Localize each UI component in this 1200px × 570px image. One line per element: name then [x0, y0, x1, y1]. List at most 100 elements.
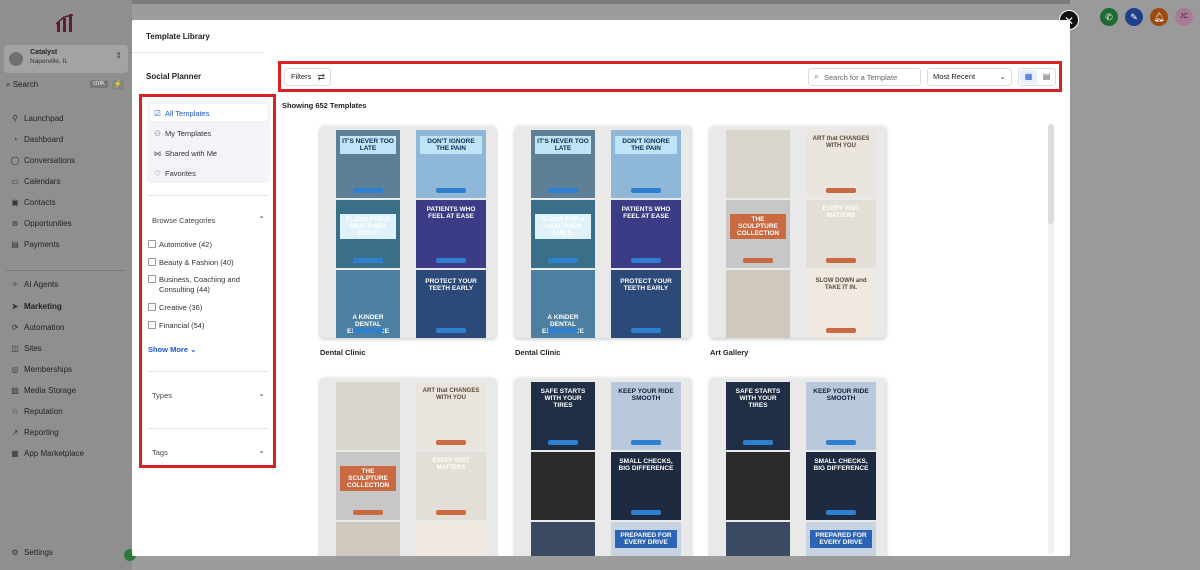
template-panel [531, 452, 595, 520]
sidebar-item-sites[interactable]: ◫ Sites [10, 342, 42, 356]
sidebar-item-ai-agents[interactable]: ✧ AI Agents [10, 278, 59, 292]
sidebar-item-memberships[interactable]: ◎ Memberships [10, 363, 73, 377]
template-thumbnail[interactable]: SAFE STARTS WITH YOUR TIRES KEEP YOUR RID… [515, 378, 691, 556]
template-panel-text: KEEP YOUR RIDE SMOOTH [618, 388, 674, 402]
checkbox[interactable] [148, 258, 156, 266]
template-panel-button [631, 188, 661, 193]
category-beauty-fashion[interactable]: Beauty & Fashion (40) [148, 258, 266, 268]
payments-icon: ▤ [11, 240, 19, 249]
template-panel: SAFE STARTS WITH YOUR TIRES [531, 382, 595, 450]
sidebar-item-marketing[interactable]: ➤ Marketing [10, 300, 62, 314]
sidebar-item-settings[interactable]: ⚙ Settings [10, 546, 53, 560]
sidebar-item-dashboard[interactable]: ◔ Dashboard [10, 133, 64, 147]
template-panel: DON'T IGNORE THE PAIN [416, 130, 486, 198]
sidebar-item-reputation[interactable]: ☆ Reputation [10, 405, 63, 419]
template-thumbnail[interactable]: SAFE STARTS WITH YOUR TIRES KEEP YOUR RID… [710, 378, 886, 556]
filter-favorites[interactable]: ♡ Favorites [153, 169, 196, 178]
filter-shared-with-me[interactable]: ⋈ Shared with Me [153, 149, 217, 158]
sidebar-item-payments[interactable]: ▤ Payments [10, 238, 59, 252]
category-automotive[interactable]: Automotive (42) [148, 240, 266, 250]
chevron-up-icon[interactable]: ⌃ [258, 215, 265, 224]
template-panel-text: IT'S NEVER TOO LATE [340, 136, 396, 154]
sidebar-search[interactable]: ⌕ Search ctrlK ⚡ [6, 80, 128, 94]
template-panel: A BETTER AUTO EXPERIENCE [531, 522, 595, 556]
checkbox[interactable] [148, 240, 156, 248]
template-panel-text: THE SCULPTURE COLLECTION [730, 214, 786, 239]
contacts-icon: ▣ [11, 198, 19, 207]
template-library-modal: Template Library Social Planner ☑ All Tem… [132, 20, 1070, 556]
template-panel-text: PATIENTS WHO FEEL AT EASE [426, 206, 476, 220]
scrollbar[interactable] [1048, 124, 1054, 554]
filter-my-templates[interactable]: ⚇ My Templates [153, 129, 211, 138]
sidebar-search-label: Search [12, 80, 39, 89]
template-panel: EVERY VISIT MATTERS [806, 200, 876, 268]
sidebar-item-calendars[interactable]: ▭ Calendars [10, 175, 60, 189]
list-view-icon[interactable]: ▤ [1038, 70, 1055, 84]
sidebar-item-label: Reputation [24, 407, 63, 416]
sidebar-item-conversations[interactable]: ◯ Conversations [10, 154, 76, 168]
template-panel-text: SLOW DOWN and TAKE IT IN. [815, 278, 867, 291]
template-panel [726, 270, 790, 338]
scrollbar-thumb[interactable] [1048, 124, 1054, 224]
category-label: Business, Coaching and Consulting (44) [159, 275, 240, 294]
template-search[interactable]: ⌕ [808, 68, 921, 86]
sidebar-item-reporting[interactable]: ↗ Reporting [10, 426, 59, 440]
share-icon: ⋈ [153, 149, 162, 158]
template-panel: PREPARED FOR EVERY DRIVE [806, 522, 876, 556]
filter-all-templates[interactable]: ☑ All Templates [153, 109, 209, 118]
modal-title: Template Library [146, 32, 210, 41]
template-panel: PROTECT YOUR TEETH EARLY [416, 270, 486, 338]
checkbox[interactable] [148, 303, 156, 311]
sidebar-item-media-storage[interactable]: ▨ Media Storage [10, 384, 76, 398]
sidebar-item-label: Calendars [24, 177, 61, 186]
template-name: Art Gallery [710, 348, 749, 357]
phone-icon[interactable]: ✆ [1100, 8, 1118, 26]
sidebar-item-label: Dashboard [24, 135, 64, 144]
lightning-icon[interactable]: ⚡ [112, 80, 124, 90]
category-business-coaching[interactable]: Business, Coaching and Consulting (44) [148, 275, 266, 295]
template-thumbnail[interactable]: ART that CHANGES WITH YOU THE SCULPTURE C… [710, 126, 886, 338]
sidebar-item-automation[interactable]: ⟳ Automation [10, 321, 65, 335]
template-thumbnail[interactable]: ART that CHANGES WITH YOU THE SCULPTURE C… [320, 378, 496, 556]
template-panel [336, 382, 400, 450]
checkbox[interactable] [148, 275, 156, 283]
memberships-icon: ◎ [11, 365, 19, 374]
category-financial[interactable]: Financial (54) [148, 321, 266, 331]
megaphone-icon[interactable]: ✎ [1125, 8, 1143, 26]
heart-icon: ♡ [154, 169, 161, 178]
bell-icon[interactable]: 🔔︎ [1150, 8, 1168, 26]
template-panel: KEEP YOUR RIDE SMOOTH [806, 382, 876, 450]
filters-button[interactable]: Filters ⇄ [284, 68, 331, 86]
sidebar-item-launchpad[interactable]: ⚲ Launchpad [10, 112, 64, 126]
sidebar-item-label: Reporting [24, 428, 59, 437]
checkbox[interactable] [148, 321, 156, 329]
checkbox-icon: ☑ [154, 109, 161, 118]
template-panel-button [631, 510, 661, 515]
template-thumbnail[interactable]: IT'S NEVER TOO LATE DON'T IGNORE THE PAIN… [320, 126, 496, 338]
chevron-down-icon[interactable]: ⌄ [258, 389, 265, 398]
sidebar-item-opportunities[interactable]: ⊛ Opportunities [10, 217, 72, 231]
sliders-icon: ⇄ [317, 72, 325, 82]
template-thumbnail[interactable]: IT'S NEVER TOO LATE DON'T IGNORE THE PAIN… [515, 126, 691, 338]
brand-logo-icon [55, 14, 74, 32]
tags-label[interactable]: Tags [152, 448, 168, 457]
sidebar-item-label: Automation [24, 323, 65, 332]
grid-view-icon[interactable]: ▦ [1020, 70, 1037, 84]
types-label[interactable]: Types [152, 391, 172, 400]
template-panel: A KINDER DENTAL EXPERIENCE [336, 270, 400, 338]
template-search-input[interactable] [824, 71, 918, 83]
chart-icon: ↗ [11, 428, 19, 437]
chevron-down-icon[interactable]: ⌄ [258, 446, 265, 455]
user-avatar[interactable]: JC [1175, 8, 1193, 26]
sort-select[interactable]: Most Recent ⌄ [927, 68, 1012, 86]
location-switcher[interactable]: Catalyst Naperville, IL ⇕ [4, 45, 128, 73]
show-more-link[interactable]: Show More ⌄ [148, 345, 196, 354]
sidebar-item-app-marketplace[interactable]: ▦ App Marketplace [10, 447, 84, 461]
browse-categories-label[interactable]: Browse Categories [152, 216, 215, 225]
chevron-down-icon: ⌄ [190, 345, 197, 354]
sidebar: Catalyst Naperville, IL ⇕ ⌕ Search ctrlK… [0, 0, 132, 570]
category-creative[interactable]: Creative (36) [148, 303, 266, 313]
sidebar-item-label: Conversations [24, 156, 76, 165]
template-panel-text: EVERY VISIT MATTERS [822, 206, 860, 219]
sidebar-item-contacts[interactable]: ▣ Contacts [10, 196, 55, 210]
